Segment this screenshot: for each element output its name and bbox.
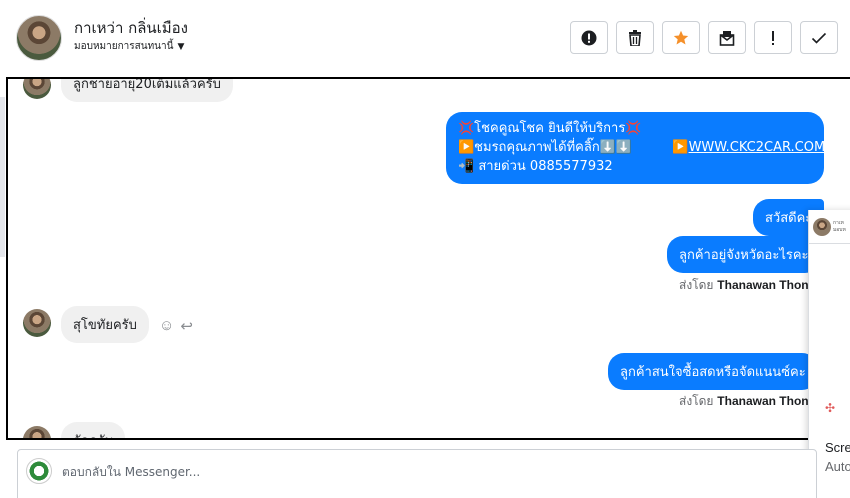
sent-by-name: Thanawan Thon xyxy=(717,278,809,292)
sent-by-prefix: ส่งโดย xyxy=(679,394,714,408)
outgoing-message[interactable]: ลูกค้าอยู่จังหวัดอะไรคะ xyxy=(667,236,821,273)
side-card-text-1: กาเห xyxy=(833,219,844,226)
outgoing-message-promo[interactable]: 💢โชคคูณโชค ยินดีให้บริการ💢 ▶️ชมรถคุณภาพไ… xyxy=(446,112,825,184)
puzzle-icon[interactable]: ✣ xyxy=(825,401,835,415)
side-panel-text: Scre Auto xyxy=(825,438,850,476)
conversation-header: กาเหว่า กลิ่นเมือง มอบหมายการสนทนานี้ ▼ xyxy=(0,0,850,76)
reply-composer xyxy=(17,449,817,498)
assign-label: มอบหมายการสนทนานี้ xyxy=(74,41,174,52)
reply-icon[interactable]: ↩ xyxy=(180,317,193,335)
side-text-line-2: Auto xyxy=(825,459,850,474)
sent-by-prefix: ส่งโดย xyxy=(679,278,714,292)
contact-avatar[interactable] xyxy=(16,15,62,61)
star-icon xyxy=(673,30,689,44)
thread-scrollbar[interactable] xyxy=(0,97,5,257)
reply-input[interactable] xyxy=(62,462,662,482)
outgoing-message[interactable]: ลูกค้าสนใจซื้อสดหรือจัดแนนซ์คะ xyxy=(608,353,818,390)
assign-conversation-dropdown[interactable]: มอบหมายการสนทนานี้ ▼ xyxy=(74,39,184,54)
sent-by-label: ส่งโดย Thanawan Thon xyxy=(679,276,809,295)
mark-unread-button[interactable] xyxy=(708,21,746,54)
promo-line-1: 💢โชคคูณโชค ยินดีให้บริการ💢 xyxy=(458,121,642,136)
link-prefix: ▶️ xyxy=(672,140,689,155)
exclamation-icon xyxy=(772,30,774,45)
smiley-icon[interactable]: ☺ xyxy=(159,317,174,335)
mini-avatar xyxy=(813,217,831,236)
page-logo xyxy=(26,458,52,484)
checkmark-icon xyxy=(811,32,827,44)
incoming-message[interactable]: จัดครับ xyxy=(61,422,125,438)
promo-line-3: 📲 สายด่วน 0885577932 xyxy=(458,159,613,174)
star-button[interactable] xyxy=(662,21,700,54)
trash-icon xyxy=(629,29,641,46)
conversation-actions xyxy=(570,21,838,54)
delete-button[interactable] xyxy=(616,21,654,54)
contact-avatar-small xyxy=(23,426,51,438)
side-text-line-1: Scre xyxy=(825,440,850,455)
message-thread: ลูกชายอายุ20เต็มแล้วครับ 💢โชคคูณโชค ยินด… xyxy=(6,77,850,440)
side-contact-card[interactable]: กาเห มอบห xyxy=(809,210,850,244)
envelope-icon xyxy=(719,30,735,46)
sent-by-label: ส่งโดย Thanawan Thon xyxy=(679,392,809,411)
incoming-message[interactable]: สุโขทัยครับ xyxy=(61,306,149,343)
contact-avatar-small xyxy=(23,79,51,99)
incoming-message[interactable]: ลูกชายอายุ20เต็มแล้วครับ xyxy=(61,79,233,102)
website-link[interactable]: WWW.CKC2CAR.COM xyxy=(689,140,826,155)
side-card-text-2: มอบห xyxy=(833,226,846,233)
done-button[interactable] xyxy=(800,21,838,54)
spam-button[interactable] xyxy=(570,21,608,54)
alert-circle-icon xyxy=(581,30,597,45)
follow-up-button[interactable] xyxy=(754,21,792,54)
promo-line-2-text: ▶️ชมรถคุณภาพได้ที่คลิ๊ก⬇️⬇️ xyxy=(458,140,633,155)
promo-line-2: ▶️ชมรถคุณภาพได้ที่คลิ๊ก⬇️⬇️ ▶️WWW.CKC2CA… xyxy=(458,138,825,157)
contact-avatar-small xyxy=(23,309,51,337)
sent-by-name: Thanawan Thon xyxy=(717,394,809,408)
caret-down-icon: ▼ xyxy=(177,41,185,52)
contact-name[interactable]: กาเหว่า กลิ่นเมือง xyxy=(74,16,188,40)
message-actions: ☺ ↩ xyxy=(159,317,193,335)
